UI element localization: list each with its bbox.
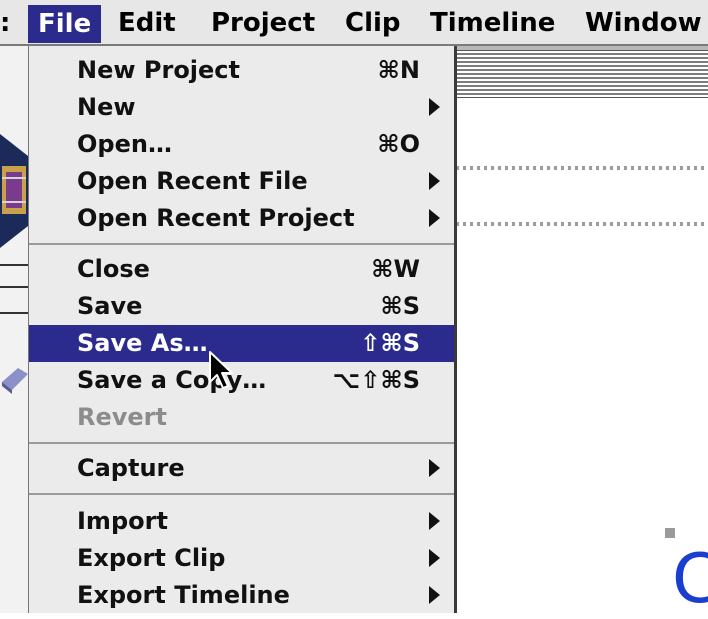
menu-project[interactable]: Project	[211, 6, 315, 40]
shortcut-label: ⌘O	[377, 130, 420, 158]
menu-item-save[interactable]: Save ⌘S	[29, 288, 454, 325]
clip-thumbnail-icon	[2, 368, 28, 394]
menu-bar: : File Edit Project Clip Timeline Window	[0, 0, 708, 46]
arrow-pointer-icon	[209, 351, 233, 389]
menu-timeline[interactable]: Timeline	[430, 6, 555, 40]
submenu-arrow-icon	[429, 172, 440, 190]
menu-item-new-project[interactable]: New Project ⌘N	[29, 52, 454, 89]
menu-item-open[interactable]: Open… ⌘O	[29, 126, 454, 163]
shortcut-label: ⌘N	[377, 56, 420, 84]
menu-item-import[interactable]: Import	[29, 503, 454, 540]
submenu-arrow-icon	[429, 549, 440, 567]
menu-item-capture[interactable]: Capture	[29, 450, 454, 487]
bullet-square	[665, 528, 675, 538]
dotted-rule	[456, 222, 708, 226]
partial-letter: C	[672, 540, 708, 619]
menu-item-label: Export Timeline	[77, 581, 290, 609]
submenu-arrow-icon	[429, 512, 440, 530]
dotted-rule	[456, 166, 708, 170]
menu-file[interactable]: File	[28, 5, 102, 43]
menu-item-save-a-copy[interactable]: Save a Copy… ⌥⇧⌘S	[29, 362, 454, 399]
shortcut-label: ⌘W	[371, 255, 420, 283]
menu-item-revert: Revert	[29, 399, 454, 436]
menu-item-label: Close	[77, 255, 150, 283]
menu-item-new[interactable]: New	[29, 89, 454, 126]
menu-item-save-as[interactable]: Save As… ⇧⌘S	[29, 325, 454, 362]
menu-item-label: Capture	[77, 454, 185, 482]
menu-item-export-clip[interactable]: Export Clip	[29, 540, 454, 577]
window-titlebar[interactable]	[456, 50, 708, 98]
menu-item-label: New Project	[77, 56, 241, 84]
menu-separator	[29, 442, 454, 444]
file-menu-dropdown: New Project ⌘N New Open… ⌘O Open Recent …	[28, 46, 457, 613]
menu-separator	[29, 243, 454, 245]
submenu-arrow-icon	[429, 209, 440, 227]
menu-item-label: Import	[77, 507, 168, 535]
shortcut-label: ⇧⌘S	[360, 329, 420, 357]
menu-item-label: New	[77, 93, 136, 121]
menu-item-open-recent-file[interactable]: Open Recent File	[29, 163, 454, 200]
menu-clip[interactable]: Clip	[345, 6, 401, 40]
shortcut-label: ⌥⇧⌘S	[332, 366, 420, 394]
submenu-arrow-icon	[429, 459, 440, 477]
menu-item-label: Save As…	[77, 329, 208, 357]
menu-item-open-recent-project[interactable]: Open Recent Project	[29, 200, 454, 237]
submenu-arrow-icon	[429, 98, 440, 116]
menu-bar-edge: :	[0, 8, 11, 38]
window-divider	[0, 312, 28, 314]
menu-item-label: Open Recent File	[77, 167, 308, 195]
menu-edit[interactable]: Edit	[118, 6, 176, 40]
menu-item-label: Save	[77, 292, 143, 320]
menu-item-label: Revert	[77, 403, 167, 431]
app-logo-icon	[0, 134, 28, 248]
menu-separator	[29, 493, 454, 495]
shortcut-label: ⌘S	[380, 292, 420, 320]
window-divider	[0, 264, 28, 266]
menu-window[interactable]: Window	[585, 6, 702, 40]
menu-item-export-timeline[interactable]: Export Timeline	[29, 577, 454, 614]
menu-item-label: Open Recent Project	[77, 204, 355, 232]
menu-item-label: Export Clip	[77, 544, 226, 572]
menu-item-label: Open…	[77, 130, 172, 158]
window-divider	[0, 286, 28, 288]
menu-item-close[interactable]: Close ⌘W	[29, 251, 454, 288]
submenu-arrow-icon	[429, 586, 440, 604]
